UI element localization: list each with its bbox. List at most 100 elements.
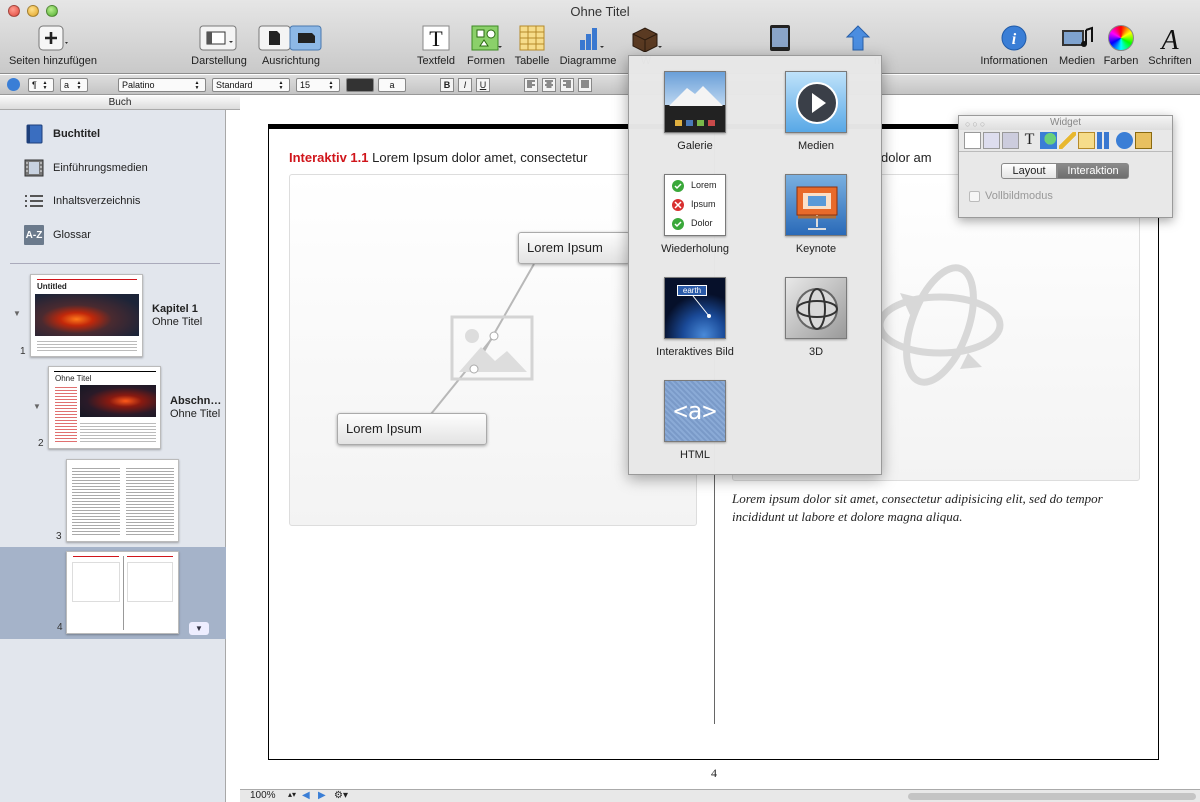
textbox-label: Textfeld [417, 55, 455, 67]
fullscreen-checkbox[interactable] [969, 190, 980, 202]
table-label: Tabelle [514, 55, 550, 67]
page-thumbnail-2[interactable]: Ohne Titel [48, 366, 161, 449]
chart-inspector-icon[interactable] [1097, 132, 1114, 149]
graphic-inspector-icon[interactable] [1040, 132, 1057, 149]
sidebar-item-label: Buchtitel [53, 128, 101, 140]
chapter-subtitle: Ohne Titel [152, 316, 203, 328]
zoom-select[interactable]: 100% [250, 790, 276, 801]
document-inspector-icon[interactable] [964, 132, 981, 149]
list-icon [24, 191, 44, 211]
italic-button[interactable]: I [458, 78, 472, 92]
colors-label: Farben [1103, 55, 1139, 67]
table-inspector-icon[interactable] [1078, 132, 1095, 149]
info-button[interactable]: i Informationen [978, 24, 1050, 67]
paragraph-style-select[interactable]: ¶ [28, 78, 54, 92]
align-center-button[interactable] [542, 78, 556, 92]
callout-label-1[interactable]: Lorem Ipsum [518, 232, 630, 264]
media-browser-icon [1056, 24, 1098, 52]
sidebar-item-toc[interactable]: Inhaltsverzeichnis [24, 190, 140, 212]
colors-button[interactable]: Farben [1102, 24, 1140, 67]
layout-inspector-icon[interactable] [983, 132, 1000, 149]
media-label: Medien [1058, 55, 1096, 67]
gear-icon[interactable]: ⚙▾ [334, 790, 348, 801]
shapes-button[interactable]: Formen [464, 24, 508, 67]
align-center-icon [545, 80, 553, 88]
align-right-icon [563, 80, 571, 88]
view-button[interactable]: Darstellung [188, 24, 250, 67]
metrics-inspector-icon[interactable] [1059, 132, 1076, 149]
page-number: 1 [20, 346, 26, 357]
disclosure-triangle-icon[interactable]: ▼ [13, 309, 21, 318]
widget-gallery[interactable]: Galerie [640, 71, 750, 152]
thumb-title: Untitled [37, 282, 67, 291]
textbox-button[interactable]: T Textfeld [414, 24, 458, 67]
inspector-window-controls-icon[interactable]: ○○○ [965, 118, 987, 131]
widget-heading[interactable]: Interaktiv 1.1 Lorem Ipsum dolor amet, c… [289, 150, 587, 165]
highlight-color-well[interactable]: a [378, 78, 406, 92]
fullscreen-checkbox-row[interactable]: Vollbildmodus [969, 190, 1053, 202]
heading-right-text: dolor am [881, 150, 932, 165]
inspector-title: ○○○ Widget [959, 116, 1172, 130]
film-icon [24, 158, 44, 178]
media-button[interactable]: Medien [1056, 24, 1098, 67]
next-page-icon[interactable]: ▶ [318, 790, 326, 801]
add-pages-button[interactable]: Seiten hinzufügen [6, 24, 100, 67]
widget-box-icon [626, 24, 666, 52]
fonts-button[interactable]: A Schriften [1146, 24, 1194, 67]
font-family-select[interactable]: Palatino [118, 78, 206, 92]
lava-image [80, 385, 156, 417]
previous-page-icon[interactable]: ◀ [302, 790, 310, 801]
sidebar-item-glossary[interactable]: A-Z Glossar [24, 224, 91, 246]
caption-text[interactable]: Lorem ipsum dolor sit amet, consectetur … [732, 490, 1142, 526]
text-inspector-icon[interactable]: T [1021, 132, 1038, 149]
style-drawer-icon[interactable] [7, 78, 20, 91]
align-left-button[interactable] [524, 78, 538, 92]
widget-keynote[interactable]: Keynote [761, 174, 871, 255]
widget-interactive-image[interactable]: earth Interaktives Bild [640, 277, 750, 358]
widget-html[interactable]: <a> HTML [640, 380, 750, 461]
bold-button[interactable]: B [440, 78, 454, 92]
widget-menu-popover: Galerie Medien Lorem Ipsum Dolor Wiederh… [628, 55, 882, 475]
underline-button[interactable]: U [476, 78, 490, 92]
thumb-title: Ohne Titel [55, 374, 92, 383]
tab-layout[interactable]: Layout [1001, 163, 1057, 179]
sidebar-item-intro-media[interactable]: Einführungsmedien [24, 157, 148, 179]
page-thumbnail-1[interactable]: Untitled [30, 274, 143, 357]
svg-text:T: T [429, 26, 443, 51]
window-title: Ohne Titel [570, 4, 630, 19]
page-options-chevron-icon[interactable]: ▼ [189, 622, 209, 635]
wrap-inspector-icon[interactable] [1002, 132, 1019, 149]
link-inspector-icon[interactable] [1116, 132, 1133, 149]
page-thumbnail-3[interactable] [66, 459, 179, 542]
widget-media[interactable]: Medien [761, 71, 871, 152]
text-color-well[interactable] [346, 78, 374, 92]
fonts-label: Schriften [1148, 55, 1192, 67]
disclosure-triangle-icon[interactable]: ▼ [33, 402, 41, 411]
page-number: 3 [56, 531, 62, 542]
html-icon: <a> [664, 380, 726, 442]
fullscreen-label: Vollbildmodus [985, 190, 1053, 202]
align-right-button[interactable] [560, 78, 574, 92]
callout-label-2[interactable]: Lorem Ipsum [337, 413, 487, 445]
page-thumbnail-4[interactable] [66, 551, 179, 634]
char-style-select[interactable]: a [60, 78, 88, 92]
ipad-icon [762, 24, 798, 52]
volcano-image [35, 294, 139, 336]
book-sidebar: Buch Buchtitel Einführungsmedien Inhalts… [0, 96, 240, 802]
widget-review[interactable]: Lorem Ipsum Dolor Wiederholung [640, 174, 750, 255]
preview-button[interactable] [762, 24, 798, 55]
table-button[interactable]: Tabelle [512, 24, 552, 67]
page-number: 2 [38, 438, 44, 449]
font-size-select[interactable]: 15 [296, 78, 340, 92]
widget-3d[interactable]: 3D [761, 277, 871, 358]
charts-button[interactable]: Diagramme [558, 24, 618, 67]
typeface-select[interactable]: Standard [212, 78, 290, 92]
horizontal-scrollbar[interactable] [908, 793, 1196, 800]
widget-inspector-icon[interactable] [1135, 132, 1152, 149]
orientation-control[interactable]: Ausrichtung [258, 24, 324, 67]
tab-interaction[interactable]: Interaktion [1057, 163, 1129, 179]
section-title: Abschn… [170, 395, 222, 407]
zoom-stepper-icon[interactable]: ▴▾ [288, 790, 296, 799]
justify-button[interactable] [578, 78, 592, 92]
sidebar-item-book-title[interactable]: Buchtitel [24, 123, 100, 145]
